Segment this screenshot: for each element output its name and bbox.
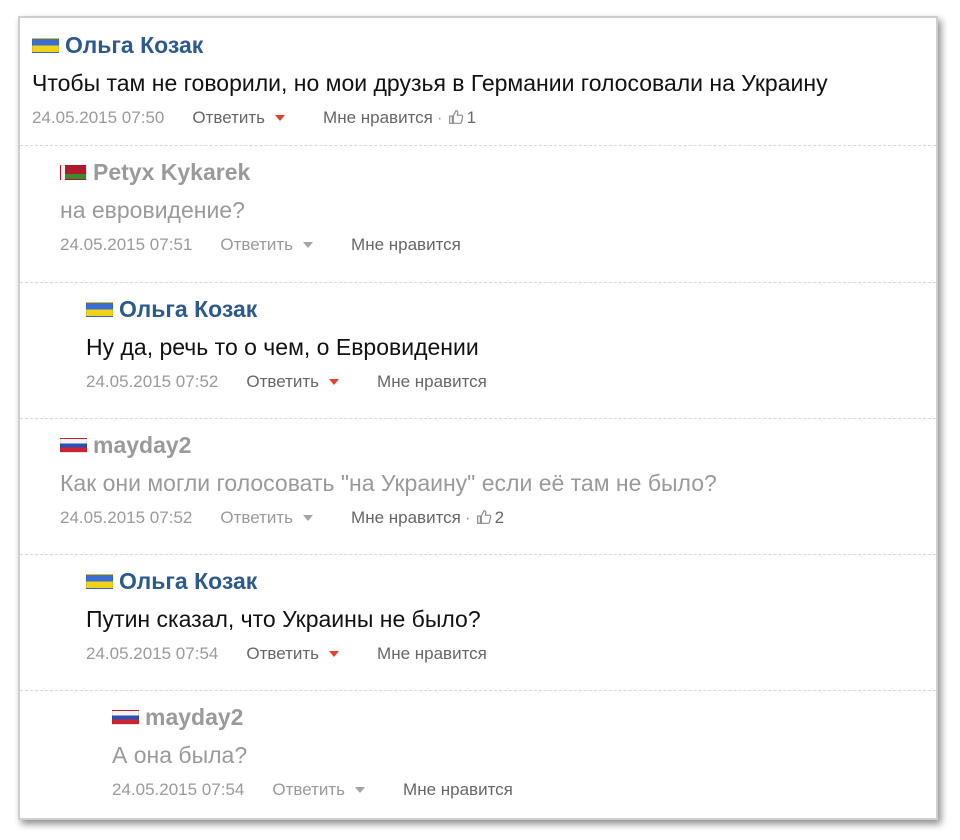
like-count: 2 [494,508,505,527]
ukraine-flag-icon [86,301,113,317]
reply-label: Ответить [192,108,266,127]
like-button[interactable]: Мне нравится [377,644,487,664]
comment-text: А она была? [112,742,248,768]
like-button[interactable]: Мне нравится [377,372,487,392]
comment-thread: Ольга Козак Чтобы там не говорили, но мо… [18,16,938,820]
like-button[interactable]: Мне нравится [403,780,513,800]
comment-author[interactable]: mayday2 [93,432,191,459]
russia-flag-icon [112,709,139,725]
like-label: Мне нравится [323,108,433,127]
reply-button[interactable]: Ответить [220,508,314,528]
chevron-down-icon[interactable] [355,787,366,793]
belarus-flag-icon [60,164,87,180]
comment-text: Путин сказал, что Украины не было? [86,606,481,632]
comment-author[interactable]: Ольга Козак [119,296,257,323]
comment-date: 24.05.2015 07:52 [86,372,219,391]
comment-date: 24.05.2015 07:51 [60,235,193,254]
comment-author[interactable]: Ольга Козак [65,32,203,59]
comment-author[interactable]: Petyx Kykarek [93,159,250,186]
chevron-down-icon[interactable] [329,379,340,385]
like-button[interactable]: Мне нравится · 1 [323,108,476,128]
reply-label: Ответить [246,644,320,663]
comment-item: Ольга Козак Ну да, речь то о чем, о Евро… [20,283,936,419]
thumbs-up-icon [476,510,491,524]
reply-button[interactable]: Ответить [272,780,366,800]
reply-label: Ответить [220,235,294,254]
chevron-down-icon[interactable] [303,515,314,521]
like-label: Мне нравится [351,508,461,527]
comment-date: 24.05.2015 07:54 [86,644,219,663]
comment-text: на евровидение? [60,197,245,223]
reply-button[interactable]: Ответить [246,644,340,664]
comment-date: 24.05.2015 07:52 [60,508,193,527]
comment-text: Чтобы там не говорили, но мои друзья в Г… [32,70,828,96]
reply-button[interactable]: Ответить [220,235,314,255]
chevron-down-icon[interactable] [329,651,340,657]
comment-text: Ну да, речь то о чем, о Евровидении [86,334,479,360]
comment-meta: 24.05.2015 07:51 Ответить Мне нравится [60,235,936,255]
reply-label: Ответить [246,372,320,391]
reply-label: Ответить [220,508,294,527]
comment-meta: 24.05.2015 07:52 Ответить Мне нравится [86,372,936,392]
russia-flag-icon [60,437,87,453]
comment-meta: 24.05.2015 07:54 Ответить Мне нравится [112,780,936,800]
comment-author[interactable]: mayday2 [145,704,243,731]
comment-meta: 24.05.2015 07:54 Ответить Мне нравится [86,644,936,664]
like-label: Мне нравится [377,372,487,391]
reply-label: Ответить [272,780,346,799]
comment-item: Petyx Kykarek на евровидение? 24.05.2015… [20,146,936,283]
comment-date: 24.05.2015 07:54 [112,780,245,799]
comment-meta: 24.05.2015 07:50 Ответить Мне нравится · 1 [32,108,936,128]
like-label: Мне нравится [351,235,461,254]
thumbs-up-icon [448,110,463,124]
ukraine-flag-icon [86,573,113,589]
ukraine-flag-icon [32,37,59,53]
comment-item: Ольга Козак Чтобы там не говорили, но мо… [20,18,936,146]
comment-item: mayday2 А она была? 24.05.2015 07:54 Отв… [20,691,936,818]
chevron-down-icon[interactable] [275,115,286,121]
like-button[interactable]: Мне нравится [351,235,461,255]
chevron-down-icon[interactable] [303,242,314,248]
like-count: 1 [466,108,477,127]
comment-author[interactable]: Ольга Козак [119,568,257,595]
reply-button[interactable]: Ответить [192,108,286,128]
comment-text: Как они могли голосовать "на Украину" ес… [60,470,717,496]
comment-item: Ольга Козак Путин сказал, что Украины не… [20,555,936,691]
like-label: Мне нравится [377,644,487,663]
comment-item: mayday2 Как они могли голосовать "на Укр… [20,419,936,555]
comment-meta: 24.05.2015 07:52 Ответить Мне нравится · 2 [60,508,936,528]
like-label: Мне нравится [403,780,513,799]
comment-date: 24.05.2015 07:50 [32,108,165,127]
like-button[interactable]: Мне нравится · 2 [351,508,504,528]
reply-button[interactable]: Ответить [246,372,340,392]
